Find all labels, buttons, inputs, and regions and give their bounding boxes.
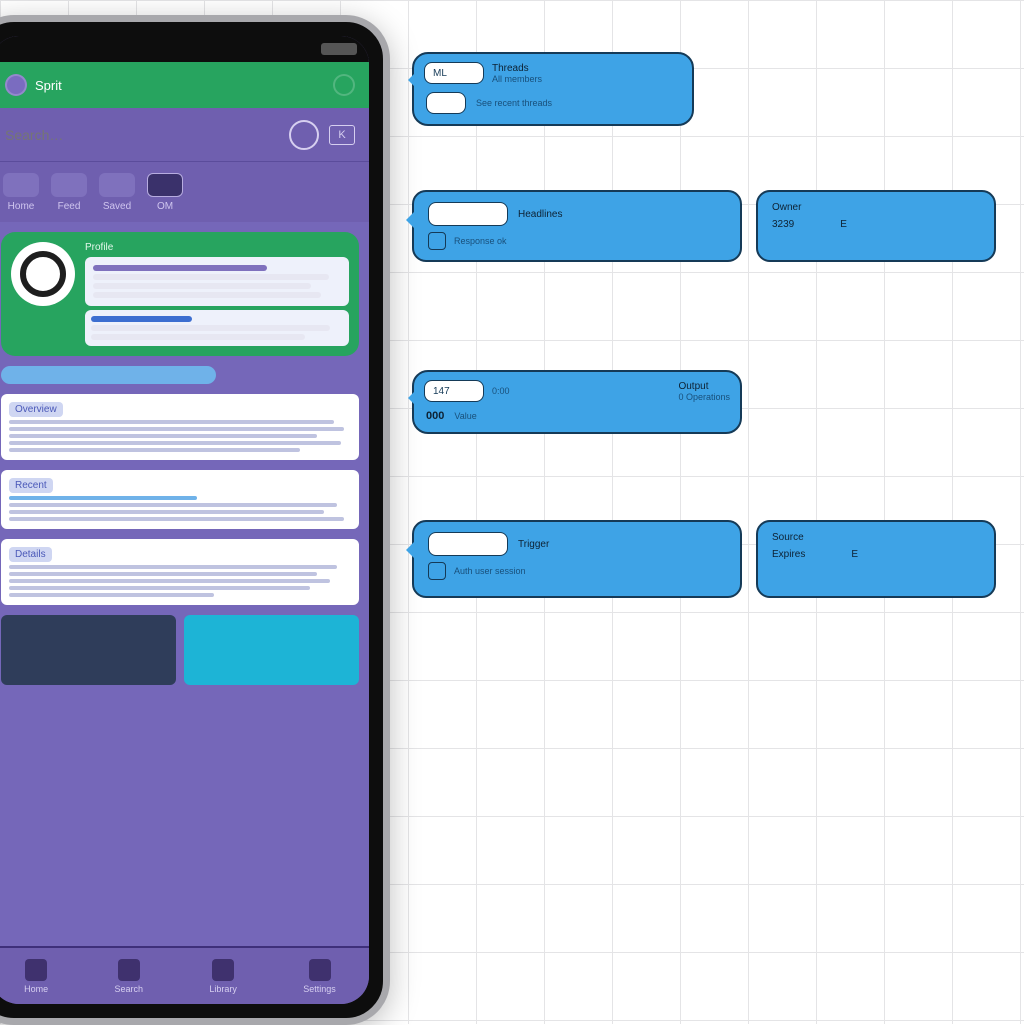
annotation-panel-2[interactable]: Headlines Response ok Owner 3239 E bbox=[412, 190, 996, 262]
avatar bbox=[11, 242, 75, 306]
pill-banner[interactable] bbox=[1, 366, 216, 384]
annotation-bubble-1[interactable]: ML Threads All members See recent thread… bbox=[412, 52, 694, 126]
tab-feed[interactable]: Feed bbox=[51, 173, 87, 212]
bubble-line: Value bbox=[454, 411, 476, 421]
bubble-value-label: 000 bbox=[426, 410, 444, 422]
nav-library[interactable]: Library bbox=[209, 959, 237, 994]
section-title: Overview bbox=[9, 402, 63, 417]
bottom-nav: Home Search Library Settings bbox=[0, 946, 369, 1004]
profile-card[interactable]: Profile bbox=[1, 232, 359, 356]
library-icon bbox=[212, 959, 234, 981]
tab-saved[interactable]: Saved bbox=[99, 173, 135, 212]
thumbnail-card[interactable] bbox=[1, 615, 176, 685]
panel-val: E bbox=[851, 549, 858, 560]
annotation-panel-4[interactable]: Trigger Auth user session Source Expires… bbox=[412, 520, 996, 598]
tab-home[interactable]: Home bbox=[3, 173, 39, 212]
phone-screen: Sprit K Home Feed Saved bbox=[0, 36, 369, 1004]
status-bar bbox=[0, 36, 369, 62]
content-area: Profile bbox=[0, 222, 369, 946]
panel-row: Auth user session bbox=[454, 566, 526, 576]
panel-key: 3239 bbox=[772, 219, 794, 230]
menu-icon[interactable] bbox=[5, 74, 27, 96]
app-title: Sprit bbox=[35, 78, 62, 93]
notification-icon[interactable] bbox=[333, 74, 355, 96]
section-recent[interactable]: Recent bbox=[1, 470, 359, 529]
panel-field[interactable] bbox=[428, 202, 508, 226]
bubble-extra: 0:00 bbox=[492, 386, 510, 396]
thumbnail-card[interactable] bbox=[184, 615, 359, 685]
section-title: Recent bbox=[9, 478, 53, 493]
bubble-field[interactable]: ML bbox=[424, 62, 484, 84]
panel-title: Headlines bbox=[518, 209, 562, 220]
nav-settings[interactable]: Settings bbox=[303, 959, 336, 994]
gear-icon bbox=[309, 959, 331, 981]
panel-key: Expires bbox=[772, 549, 805, 560]
bolt-icon bbox=[428, 562, 446, 580]
panel-field[interactable] bbox=[428, 532, 508, 556]
status-indicator bbox=[321, 43, 357, 55]
link-icon bbox=[428, 232, 446, 250]
panel-val: E bbox=[840, 219, 847, 230]
bubble-line: 0 Operations bbox=[678, 392, 730, 402]
bubble-field[interactable]: 147 bbox=[424, 380, 484, 402]
panel-key: Source bbox=[772, 532, 804, 543]
tab-row: Home Feed Saved OM bbox=[0, 162, 369, 222]
voice-search-icon[interactable] bbox=[289, 120, 319, 150]
avatar-icon bbox=[20, 251, 66, 297]
section-title: Details bbox=[9, 547, 52, 562]
home-icon bbox=[25, 959, 47, 981]
panel-row: Response ok bbox=[454, 236, 507, 246]
bubble-title: Output bbox=[678, 381, 730, 392]
section-details[interactable]: Details bbox=[1, 539, 359, 605]
bubble-chip[interactable] bbox=[426, 92, 466, 114]
tab-om[interactable]: OM bbox=[147, 173, 183, 212]
section-overview[interactable]: Overview bbox=[1, 394, 359, 460]
bubble-subtitle: All members bbox=[492, 74, 542, 84]
nav-home[interactable]: Home bbox=[24, 959, 48, 994]
phone-frame: Sprit K Home Feed Saved bbox=[0, 15, 390, 1025]
app-top-bar: Sprit bbox=[0, 62, 369, 108]
bubble-title: Threads bbox=[492, 63, 542, 74]
profile-heading: Profile bbox=[85, 242, 349, 253]
nav-search[interactable]: Search bbox=[115, 959, 144, 994]
search-icon bbox=[118, 959, 140, 981]
grid-canvas: Sprit K Home Feed Saved bbox=[0, 0, 1024, 1024]
panel-title: Trigger bbox=[518, 539, 549, 550]
search-input[interactable] bbox=[5, 127, 279, 143]
annotation-bubble-3[interactable]: 147 0:00 Output 0 Operations 000 Value bbox=[412, 370, 742, 434]
panel-key: Owner bbox=[772, 202, 801, 213]
search-row: K bbox=[0, 108, 369, 162]
bubble-line: See recent threads bbox=[476, 98, 552, 108]
search-shortcut: K bbox=[329, 125, 355, 145]
